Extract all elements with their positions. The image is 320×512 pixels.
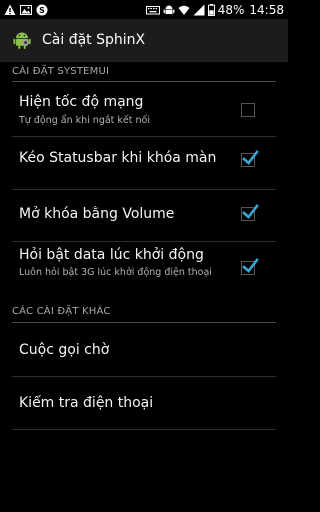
pref-title: Cuộc gọi chờ (19, 342, 110, 358)
checkbox-show-network-speed[interactable] (241, 103, 255, 117)
keyboard-icon (145, 6, 160, 15)
pref-title: Hiện tốc độ mạng (19, 94, 144, 110)
pref-title: Kéo Statusbar khi khóa màn hì (19, 150, 222, 166)
checkbox-statusbar-on-lockscreen[interactable] (241, 150, 259, 167)
pref-ask-data-on-boot[interactable]: Hỏi bật data lúc khởi động Luôn hỏi bật … (0, 242, 288, 297)
image-icon (20, 5, 32, 15)
pref-summary: Tự động ẩn khi ngắt kết nối (19, 115, 150, 126)
section-header-other-settings: CÁC CÀI ĐẶT KHÁC (12, 306, 111, 317)
pref-title: Kiểm tra điện thoại (19, 395, 154, 411)
status-bar: S 48% 14:58 (0, 0, 288, 19)
action-bar: Cài đặt SphinX (0, 19, 288, 61)
sphinx-s-icon: S (36, 4, 48, 16)
page-title: Cài đặt SphinX (42, 32, 146, 48)
android-robot-icon[interactable] (12, 30, 32, 50)
row-divider (12, 429, 276, 430)
pref-call-waiting[interactable]: Cuộc gọi chờ (0, 323, 288, 376)
pref-show-network-speed[interactable]: Hiện tốc độ mạng Tự động ẩn khi ngắt kết… (0, 82, 288, 136)
signal-icon (193, 4, 205, 16)
battery-percent: 48% (217, 3, 245, 17)
action-bar-divider (0, 60, 288, 62)
checkmark-icon (242, 150, 259, 165)
battery-icon (207, 4, 215, 16)
android-debug-icon (163, 5, 175, 15)
clock: 14:58 (249, 3, 284, 17)
checkmark-icon (242, 258, 259, 273)
wifi-icon (178, 5, 190, 15)
checkbox-ask-data-on-boot[interactable] (241, 258, 259, 275)
pref-title: Mở khóa bằng Volume (19, 206, 175, 222)
pref-phone-test[interactable]: Kiểm tra điện thoại (0, 377, 288, 429)
svg-text:S: S (39, 6, 45, 15)
pref-statusbar-on-lockscreen[interactable]: Kéo Statusbar khi khóa màn hì (0, 137, 288, 189)
warning-icon (4, 4, 16, 15)
checkmark-icon (242, 204, 259, 219)
section-header-systemui: CÀI ĐẶT SYSTEMUI (12, 66, 110, 77)
pref-title: Hỏi bật data lúc khởi động (19, 247, 204, 263)
pref-volume-unlock[interactable]: Mở khóa bằng Volume (0, 190, 288, 241)
checkbox-volume-unlock[interactable] (241, 204, 259, 221)
pref-summary: Luôn hỏi bật 3G lúc khởi động điện thoại (19, 267, 212, 278)
